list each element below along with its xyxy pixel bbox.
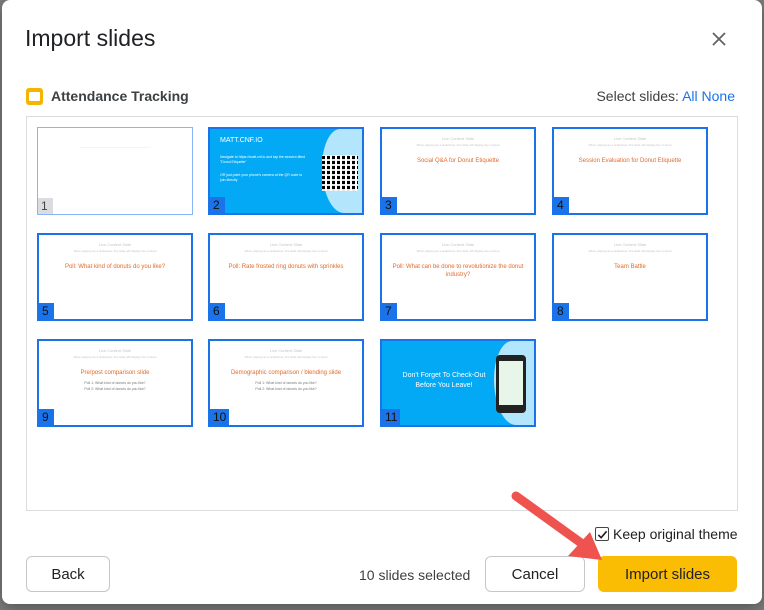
slide-thumbnail-4[interactable]: Live Content Slide When playing as a sli… bbox=[552, 127, 708, 215]
slide-number: 6 bbox=[210, 303, 225, 319]
checkbox[interactable] bbox=[595, 527, 609, 541]
select-slides: Select slides: All None bbox=[596, 88, 735, 104]
slide-title: Poll: Rate frosted ring donuts with spri… bbox=[228, 264, 344, 270]
slide-title: Social Q&A for Donut Etiquette bbox=[416, 158, 500, 164]
slide-number: 5 bbox=[39, 303, 54, 319]
slide-template-sub: When playing as a slideshow, this slide … bbox=[244, 249, 328, 253]
close-button[interactable] bbox=[706, 26, 732, 52]
slide-template-label: Live Content Slide bbox=[269, 348, 303, 353]
slide-template-label: Live Content Slide bbox=[441, 242, 475, 247]
close-icon bbox=[712, 32, 726, 46]
slide-faint-text: ~~~~~~~~~~~~~~~~~~~~~~~~~~~~~~~~~~~ bbox=[79, 146, 151, 150]
cancel-button[interactable]: Cancel bbox=[485, 556, 585, 592]
slide-template-sub: When playing as a slideshow, this slide … bbox=[416, 249, 500, 253]
phone-image bbox=[496, 355, 526, 413]
slide-template-sub: When playing as a slideshow, this slide … bbox=[73, 355, 157, 359]
import-slides-button[interactable]: Import slides bbox=[598, 556, 737, 592]
import-slides-dialog: Import slides Attendance Tracking Select… bbox=[2, 0, 762, 604]
slide-title: Pre/post comparison slide bbox=[80, 370, 150, 376]
slide-number: 1 bbox=[38, 198, 53, 214]
slide-number: 3 bbox=[382, 197, 397, 213]
slide-template-label: Live Content Slide bbox=[441, 136, 475, 141]
slide-thumbnail-5[interactable]: Live Content Slide When playing as a sli… bbox=[37, 233, 193, 321]
slide-thumbnail-6[interactable]: Live Content Slide When playing as a sli… bbox=[208, 233, 364, 321]
select-all-link[interactable]: All bbox=[682, 88, 698, 104]
slide-grid: ~~~~~~~~~~~~~~~~~~~~~~~~~~~~~~~~~~~ 1 MA… bbox=[26, 116, 738, 511]
slide-number: 8 bbox=[554, 303, 569, 319]
slide-thumbnail-2[interactable]: MATT.CNF.IO Navigate to https://matt.cnf… bbox=[208, 127, 364, 215]
slide-number: 2 bbox=[210, 197, 225, 213]
slide-template-sub: When playing as a slideshow, this slide … bbox=[244, 355, 328, 359]
slides-selected-count: 10 slides selected bbox=[359, 567, 471, 583]
slide-thumbnail-7[interactable]: Live Content Slide When playing as a sli… bbox=[380, 233, 536, 321]
slide-title: Poll: What kind of donuts do you like? bbox=[64, 264, 166, 270]
slide-thumbnail-8[interactable]: Live Content Slide When playing as a sli… bbox=[552, 233, 708, 321]
slide-number: 7 bbox=[382, 303, 397, 319]
slide-number: 10 bbox=[210, 409, 230, 425]
slide-number: 4 bbox=[554, 197, 569, 213]
slide-number: 11 bbox=[382, 409, 401, 425]
back-button[interactable]: Back bbox=[26, 556, 110, 592]
slide-template-sub: When playing as a slideshow, this slide … bbox=[588, 249, 672, 253]
slide-line: Poll 1: What kind of donuts do you like? bbox=[84, 381, 146, 385]
qr-code-icon bbox=[322, 155, 358, 191]
slide-template-sub: When playing as a slideshow, this slide … bbox=[588, 143, 672, 147]
check-icon bbox=[597, 530, 607, 539]
slide-thumbnail-9[interactable]: Live Content Slide When playing as a sli… bbox=[37, 339, 193, 427]
slide-line: Navigate to https://matt.cnf.io and tap … bbox=[220, 155, 306, 164]
select-none-link[interactable]: None bbox=[702, 88, 735, 104]
slide-thumbnail-1[interactable]: ~~~~~~~~~~~~~~~~~~~~~~~~~~~~~~~~~~~ 1 bbox=[37, 127, 193, 215]
slide-thumbnail-3[interactable]: Live Content Slide When playing as a sli… bbox=[380, 127, 536, 215]
slide-line: Poll 2: What kind of donuts do you like? bbox=[255, 387, 317, 391]
slide-line: Poll 2: What kind of donuts do you like? bbox=[84, 387, 146, 391]
slide-title: Poll: What can be done to revolutionize … bbox=[392, 264, 524, 278]
slide-template-sub: When playing as a slideshow, this slide … bbox=[73, 249, 157, 253]
keep-original-theme-checkbox[interactable]: Keep original theme bbox=[595, 526, 738, 542]
slide-title: MATT.CNF.IO bbox=[220, 137, 263, 144]
slide-title: Session Evaluation for Donut Etiquette bbox=[578, 158, 682, 164]
slide-thumbnail-11[interactable]: Don't Forget To Check-Out Before You Lea… bbox=[380, 339, 536, 427]
keep-theme-label: Keep original theme bbox=[613, 526, 738, 542]
slide-template-label: Live Content Slide bbox=[613, 136, 647, 141]
slide-template-label: Live Content Slide bbox=[98, 348, 132, 353]
slide-template-label: Live Content Slide bbox=[613, 242, 647, 247]
presentation-name: Attendance Tracking bbox=[51, 88, 189, 104]
slide-title: Team Battle bbox=[614, 264, 646, 270]
slide-title: Demographic comparison / blending slide bbox=[230, 370, 342, 376]
slides-file-icon bbox=[26, 88, 43, 105]
slide-thumbnail-10[interactable]: Live Content Slide When playing as a sli… bbox=[208, 339, 364, 427]
select-slides-label: Select slides: bbox=[596, 88, 679, 104]
dialog-title: Import slides bbox=[25, 25, 156, 51]
slide-number: 9 bbox=[39, 409, 54, 425]
slide-line: Poll 1: What kind of donuts do you like? bbox=[255, 381, 317, 385]
slide-title: Don't Forget To Check-Out Before You Lea… bbox=[402, 372, 486, 389]
slide-template-sub: When playing as a slideshow, this slide … bbox=[416, 143, 500, 147]
slide-template-label: Live Content Slide bbox=[98, 242, 132, 247]
slide-line: OR just point your phone's camera at the… bbox=[220, 173, 303, 182]
slide-template-label: Live Content Slide bbox=[269, 242, 303, 247]
